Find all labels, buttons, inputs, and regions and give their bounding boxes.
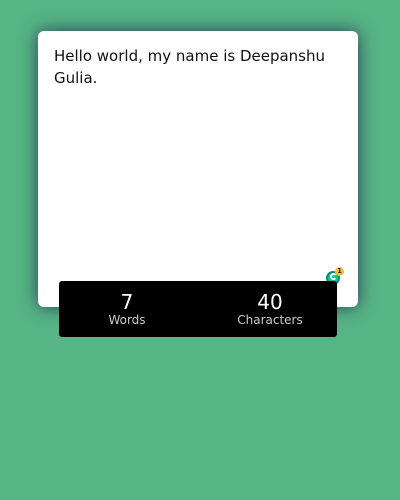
- text-input-area[interactable]: Hello world, my name is Deepanshu Gulia.: [38, 31, 358, 307]
- character-count-stat: 40 Characters: [220, 291, 320, 327]
- page: Hello world, my name is Deepanshu Gulia.…: [0, 0, 400, 500]
- character-count-label: Characters: [237, 313, 303, 327]
- grammar-issue-count: 1: [335, 267, 344, 276]
- stats-bar: 7 Words 40 Characters: [59, 281, 337, 337]
- text-editor-card: Hello world, my name is Deepanshu Gulia.…: [38, 31, 358, 307]
- word-count-label: Words: [108, 313, 146, 327]
- character-count-value: 40: [257, 290, 283, 314]
- word-count-stat: 7 Words: [77, 291, 177, 327]
- word-count-value: 7: [120, 290, 134, 314]
